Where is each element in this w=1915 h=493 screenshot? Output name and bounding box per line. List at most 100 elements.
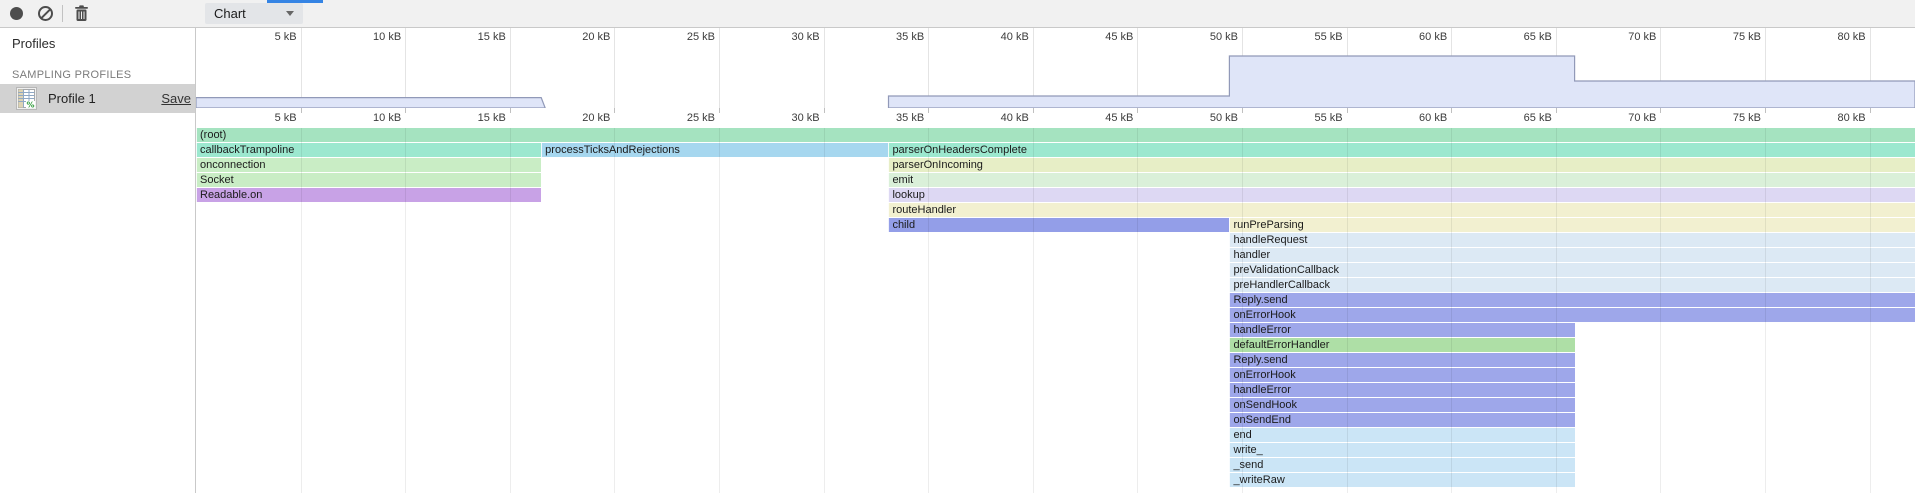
gridline xyxy=(1347,128,1348,493)
clear-icon[interactable] xyxy=(38,6,53,21)
axis-tick-label: 70 kB xyxy=(1628,112,1660,124)
ruler-tick xyxy=(1451,108,1452,113)
flame-bar[interactable]: onSendHook xyxy=(1229,398,1574,412)
ruler-tick xyxy=(301,108,302,113)
ruler-tick xyxy=(405,108,406,113)
axis-tick-label: 45 kB xyxy=(1105,112,1137,124)
size-ruler: 5 kB10 kB15 kB20 kB25 kB30 kB35 kB40 kB4… xyxy=(196,108,1915,128)
flame-bar[interactable]: parserOnIncoming xyxy=(888,158,1915,172)
ruler-tick xyxy=(1033,108,1034,113)
flame-bar[interactable]: write_ xyxy=(1229,443,1574,457)
flame-bar[interactable]: handleError xyxy=(1229,383,1574,397)
gridline xyxy=(1137,128,1138,493)
svg-text:%: % xyxy=(26,101,34,110)
axis-tick-label: 75 kB xyxy=(1733,112,1765,124)
flame-bar[interactable]: end xyxy=(1229,428,1574,442)
axis-tick-label: 25 kB xyxy=(687,112,719,124)
overview-area-chart xyxy=(196,46,1915,108)
gridline xyxy=(1556,128,1557,493)
profiler-app: Chart Profiles SAMPLING PROFILES xyxy=(0,0,1915,493)
flame-bar[interactable]: onErrorHook xyxy=(1229,308,1915,322)
axis-tick-label: 55 kB xyxy=(1314,31,1346,43)
ruler-tick xyxy=(824,108,825,113)
flame-bar[interactable]: child xyxy=(888,218,1229,232)
chevron-down-icon xyxy=(286,11,294,16)
flame-bar[interactable]: callbackTrampoline xyxy=(196,143,541,157)
flame-bar[interactable]: routeHandler xyxy=(888,203,1915,217)
axis-tick-label: 30 kB xyxy=(791,31,823,43)
chart-pane: 5 kB10 kB15 kB20 kB25 kB30 kB35 kB40 kB4… xyxy=(196,28,1915,493)
save-link[interactable]: Save xyxy=(161,91,191,106)
axis-tick-label: 80 kB xyxy=(1837,112,1869,124)
axis-tick-label: 30 kB xyxy=(791,112,823,124)
flame-bar[interactable]: defaultErrorHandler xyxy=(1229,338,1574,352)
gridline xyxy=(1033,128,1034,493)
sidebar: Profiles SAMPLING PROFILES xyxy=(0,28,196,493)
axis-tick-label: 5 kB xyxy=(275,31,301,43)
flame-bar[interactable]: handleError xyxy=(1229,323,1574,337)
flame-bar[interactable]: Socket xyxy=(196,173,541,187)
record-icon[interactable] xyxy=(10,7,23,20)
axis-tick-label: 50 kB xyxy=(1210,112,1242,124)
flame-bar[interactable]: preHandlerCallback xyxy=(1229,278,1915,292)
ruler-tick xyxy=(1347,108,1348,113)
axis-tick-label: 5 kB xyxy=(275,112,301,124)
axis-tick-label: 65 kB xyxy=(1524,31,1556,43)
flame-bar[interactable]: Reply.send xyxy=(1229,353,1574,367)
flame-bar[interactable]: onconnection xyxy=(196,158,541,172)
axis-tick-label: 55 kB xyxy=(1314,112,1346,124)
sidebar-item-profile-1[interactable]: % Profile 1 Save xyxy=(0,84,195,113)
flame-bar[interactable]: lookup xyxy=(888,188,1915,202)
axis-tick-label: 60 kB xyxy=(1419,112,1451,124)
main-area: Profiles SAMPLING PROFILES xyxy=(0,28,1915,493)
flame-bar[interactable]: _writeRaw xyxy=(1229,473,1574,487)
flame-bar[interactable]: runPreParsing xyxy=(1229,218,1915,232)
ruler-tick xyxy=(1660,108,1661,113)
gridline xyxy=(1451,128,1452,493)
axis-tick-label: 25 kB xyxy=(687,31,719,43)
flame-bar[interactable]: handleRequest xyxy=(1229,233,1915,247)
gridline xyxy=(301,128,302,493)
ruler-tick xyxy=(1870,108,1871,113)
axis-tick-label: 20 kB xyxy=(582,31,614,43)
profile-name: Profile 1 xyxy=(48,91,96,106)
axis-tick-label: 45 kB xyxy=(1105,31,1137,43)
flame-bar[interactable]: preValidationCallback xyxy=(1229,263,1915,277)
trash-icon[interactable] xyxy=(73,5,89,22)
horizontal-scrollbar-thumb[interactable] xyxy=(267,0,323,3)
flame-bar[interactable]: emit xyxy=(888,173,1915,187)
ruler-tick xyxy=(1137,108,1138,113)
flame-bar[interactable]: Readable.on xyxy=(196,188,541,202)
view-select-value: Chart xyxy=(214,6,246,21)
ruler-tick xyxy=(614,108,615,113)
flame-bar[interactable]: processTicksAndRejections xyxy=(541,143,888,157)
ruler-tick xyxy=(719,108,720,113)
flame-bar[interactable]: handler xyxy=(1229,248,1915,262)
axis-tick-label: 35 kB xyxy=(896,112,928,124)
axis-tick-label: 80 kB xyxy=(1837,31,1869,43)
flame-bar[interactable]: parserOnHeadersComplete xyxy=(888,143,1915,157)
gridline xyxy=(1870,128,1871,493)
gridline xyxy=(1765,128,1766,493)
toolbar-separator xyxy=(62,5,63,22)
flame-bar[interactable]: onErrorHook xyxy=(1229,368,1574,382)
gridline xyxy=(510,128,511,493)
axis-tick-label: 15 kB xyxy=(478,112,510,124)
axis-tick-label: 15 kB xyxy=(478,31,510,43)
flame-bar[interactable]: onSendEnd xyxy=(1229,413,1574,427)
memory-overview[interactable]: 5 kB10 kB15 kB20 kB25 kB30 kB35 kB40 kB4… xyxy=(196,28,1915,108)
axis-tick-label: 20 kB xyxy=(582,112,614,124)
ruler-tick xyxy=(1556,108,1557,113)
axis-tick-label: 70 kB xyxy=(1628,31,1660,43)
ruler-tick xyxy=(1765,108,1766,113)
flame-bar[interactable]: Reply.send xyxy=(1229,293,1915,307)
gridline xyxy=(1660,128,1661,493)
view-select[interactable]: Chart xyxy=(205,3,303,24)
flame-bar[interactable]: _send xyxy=(1229,458,1574,472)
profile-icon: % xyxy=(16,87,37,110)
flame-bar[interactable]: (root) xyxy=(196,128,1915,142)
axis-tick-label: 65 kB xyxy=(1524,112,1556,124)
ruler-tick xyxy=(1242,108,1243,113)
flame-chart[interactable]: (root)callbackTrampolineprocessTicksAndR… xyxy=(196,128,1915,493)
sidebar-section-label: SAMPLING PROFILES xyxy=(12,69,131,81)
